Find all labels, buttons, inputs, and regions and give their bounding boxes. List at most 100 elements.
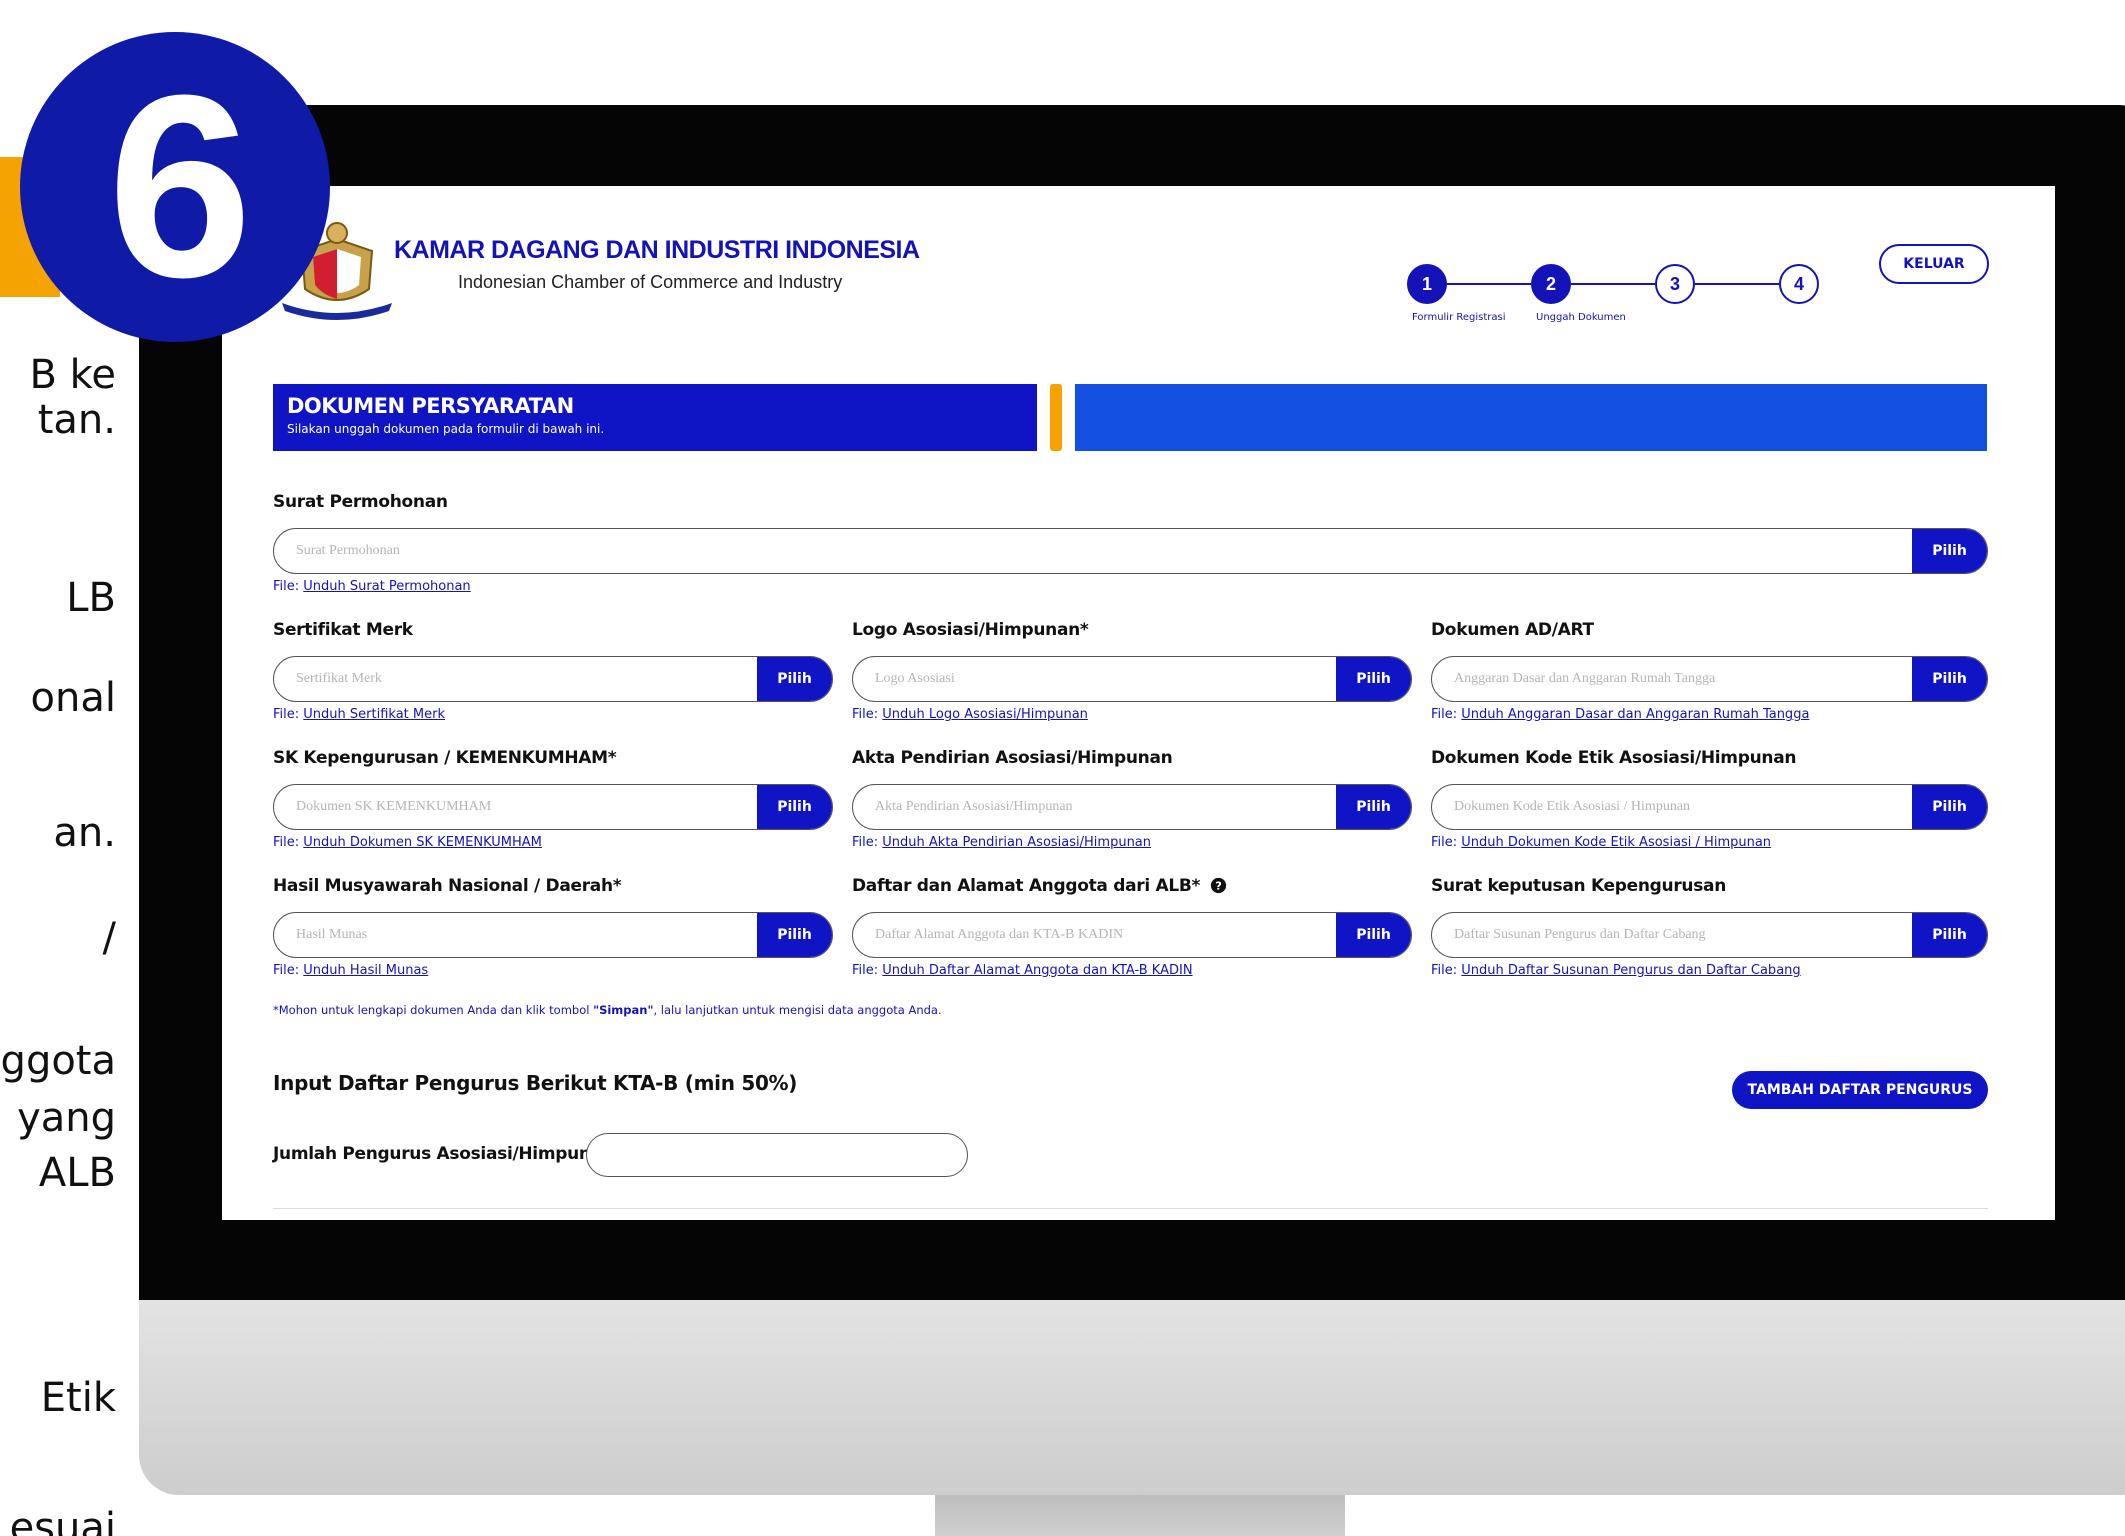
field-label: SK Kepengurusan / KEMENKUMHAM*: [273, 748, 617, 768]
step-4[interactable]: 4: [1779, 264, 1819, 304]
step-3[interactable]: 3: [1655, 264, 1695, 304]
add-pengurus-button[interactable]: TAMBAH DAFTAR PENGURUS: [1732, 1071, 1988, 1109]
pick-file-button[interactable]: Pilih: [1336, 913, 1411, 957]
note-bold: "Simpan": [593, 1003, 654, 1017]
pick-file-button[interactable]: Pilih: [1912, 913, 1987, 957]
field-daftar-anggota: Daftar dan Alamat Anggota dari ALB* ? Pi…: [852, 876, 1412, 978]
file-prefix: File:: [273, 835, 300, 850]
field-label: Hasil Musyawarah Nasional / Daerah*: [273, 876, 622, 896]
surat-permohonan-input[interactable]: [274, 529, 1912, 573]
surat-keputusan-input[interactable]: [1432, 913, 1912, 957]
file-prefix: File:: [273, 579, 300, 594]
app-screen: KAMAR DAGANG DAN INDUSTRI INDONESIA Indo…: [222, 186, 2055, 1220]
file-picker: Pilih: [1431, 912, 1988, 958]
pick-file-button[interactable]: Pilih: [757, 913, 832, 957]
file-picker: Pilih: [273, 528, 1988, 574]
step-label-2: Unggah Dokumen: [1536, 312, 1626, 323]
download-surat-permohonan-link[interactable]: Unduh Surat Permohonan: [303, 579, 470, 594]
download-sertifikat-merk-link[interactable]: Unduh Sertifikat Merk: [303, 707, 445, 722]
banner-divider: [1050, 384, 1062, 451]
monitor-stand: [935, 1495, 1345, 1536]
step-connector: [1571, 283, 1655, 285]
file-prefix: File:: [273, 963, 300, 978]
pengurus-count-input[interactable]: [586, 1133, 968, 1177]
file-download-line: File: Unduh Hasil Munas: [273, 963, 833, 978]
side-text-2: tan.: [37, 397, 116, 443]
svg-text:?: ?: [1215, 880, 1221, 893]
dokumen-adart-input[interactable]: [1432, 657, 1912, 701]
file-picker: Pilih: [273, 656, 833, 702]
download-susunan-pengurus-link[interactable]: Unduh Daftar Susunan Pengurus dan Daftar…: [1461, 963, 1800, 978]
field-sk-kepengurusan: SK Kepengurusan / KEMENKUMHAM* Pilih Fil…: [273, 748, 833, 850]
field-logo-asosiasi: Logo Asosiasi/Himpunan* Pilih File: Undu…: [852, 620, 1412, 722]
help-icon[interactable]: ?: [1210, 877, 1227, 894]
instruction-note: *Mohon untuk lengkapi dokumen Anda dan k…: [273, 1003, 942, 1017]
org-name: KAMAR DAGANG DAN INDUSTRI INDONESIA: [394, 236, 920, 264]
daftar-anggota-input[interactable]: [853, 913, 1336, 957]
download-logo-asosiasi-link[interactable]: Unduh Logo Asosiasi/Himpunan: [882, 707, 1088, 722]
progress-stepper: 1 2 3 4: [1407, 264, 1827, 304]
pick-file-button[interactable]: Pilih: [1912, 657, 1987, 701]
download-akta-pendirian-link[interactable]: Unduh Akta Pendirian Asosiasi/Himpunan: [882, 835, 1151, 850]
file-picker: Pilih: [273, 784, 833, 830]
field-surat-permohonan: Surat Permohonan Pilih File: Unduh Surat…: [273, 492, 1988, 594]
download-daftar-anggota-link[interactable]: Unduh Daftar Alamat Anggota dan KTA-B KA…: [882, 963, 1192, 978]
pick-file-button[interactable]: Pilih: [757, 785, 832, 829]
hasil-munas-input[interactable]: [274, 913, 757, 957]
sk-kepengurusan-input[interactable]: [274, 785, 757, 829]
field-label: Akta Pendirian Asosiasi/Himpunan: [852, 748, 1173, 768]
file-prefix: File:: [852, 835, 879, 850]
download-hasil-munas-link[interactable]: Unduh Hasil Munas: [303, 963, 428, 978]
file-download-line: File: Unduh Dokumen Kode Etik Asosiasi /…: [1431, 835, 1988, 850]
file-picker: Pilih: [1431, 784, 1988, 830]
field-label: Logo Asosiasi/Himpunan*: [852, 620, 1089, 640]
file-prefix: File:: [1431, 835, 1458, 850]
side-text-4: onal: [30, 675, 116, 721]
file-picker: Pilih: [852, 656, 1412, 702]
pick-file-button[interactable]: Pilih: [1912, 529, 1987, 573]
field-label: Dokumen AD/ART: [1431, 620, 1594, 640]
download-kode-etik-link[interactable]: Unduh Dokumen Kode Etik Asosiasi / Himpu…: [1461, 835, 1771, 850]
step-2[interactable]: 2: [1531, 264, 1571, 304]
kode-etik-input[interactable]: [1432, 785, 1912, 829]
logo-asosiasi-input[interactable]: [853, 657, 1336, 701]
file-picker: Pilih: [1431, 656, 1988, 702]
pick-file-button[interactable]: Pilih: [757, 657, 832, 701]
file-download-line: File: Unduh Sertifikat Merk: [273, 707, 833, 722]
file-prefix: File:: [852, 707, 879, 722]
file-download-line: File: Unduh Logo Asosiasi/Himpunan: [852, 707, 1412, 722]
field-label: Daftar dan Alamat Anggota dari ALB* ?: [852, 876, 1412, 902]
file-download-line: File: Unduh Daftar Alamat Anggota dan KT…: [852, 963, 1412, 978]
banner-subtitle: Silakan unggah dokumen pada formulir di …: [287, 422, 605, 436]
side-text-10: Etik: [40, 1375, 116, 1421]
akta-pendirian-input[interactable]: [853, 785, 1336, 829]
monitor-chin: [139, 1300, 2125, 1495]
pick-file-button[interactable]: Pilih: [1336, 785, 1411, 829]
note-before: *Mohon untuk lengkapi dokumen Anda dan k…: [273, 1003, 594, 1017]
org-subtitle: Indonesian Chamber of Commerce and Indus…: [458, 272, 843, 292]
side-text-3: LB: [66, 575, 116, 621]
download-dokumen-adart-link[interactable]: Unduh Anggaran Dasar dan Anggaran Rumah …: [1461, 707, 1809, 722]
sertifikat-merk-input[interactable]: [274, 657, 757, 701]
side-text-11: esuai: [9, 1505, 116, 1536]
field-kode-etik: Dokumen Kode Etik Asosiasi/Himpunan Pili…: [1431, 748, 1988, 850]
file-picker: Pilih: [852, 912, 1412, 958]
field-dokumen-adart: Dokumen AD/ART Pilih File: Unduh Anggara…: [1431, 620, 1988, 722]
field-label: Surat keputusan Kepengurusan: [1431, 876, 1726, 896]
step-connector: [1447, 283, 1531, 285]
pick-file-button[interactable]: Pilih: [1912, 785, 1987, 829]
file-picker: Pilih: [852, 784, 1412, 830]
side-text-7: ggota: [0, 1038, 116, 1084]
step-1[interactable]: 1: [1407, 264, 1447, 304]
file-prefix: File:: [273, 707, 300, 722]
file-prefix: File:: [852, 963, 879, 978]
download-sk-kemenkumham-link[interactable]: Unduh Dokumen SK KEMENKUMHAM: [303, 835, 542, 850]
logout-button[interactable]: KELUAR: [1879, 244, 1989, 284]
side-text-6: /: [102, 915, 116, 961]
field-surat-keputusan: Surat keputusan Kepengurusan Pilih File:…: [1431, 876, 1988, 978]
step-number-badge: 6: [20, 32, 330, 342]
file-download-line: File: Unduh Dokumen SK KEMENKUMHAM: [273, 835, 833, 850]
step-connector: [1695, 283, 1779, 285]
file-prefix: File:: [1431, 707, 1458, 722]
pick-file-button[interactable]: Pilih: [1336, 657, 1411, 701]
